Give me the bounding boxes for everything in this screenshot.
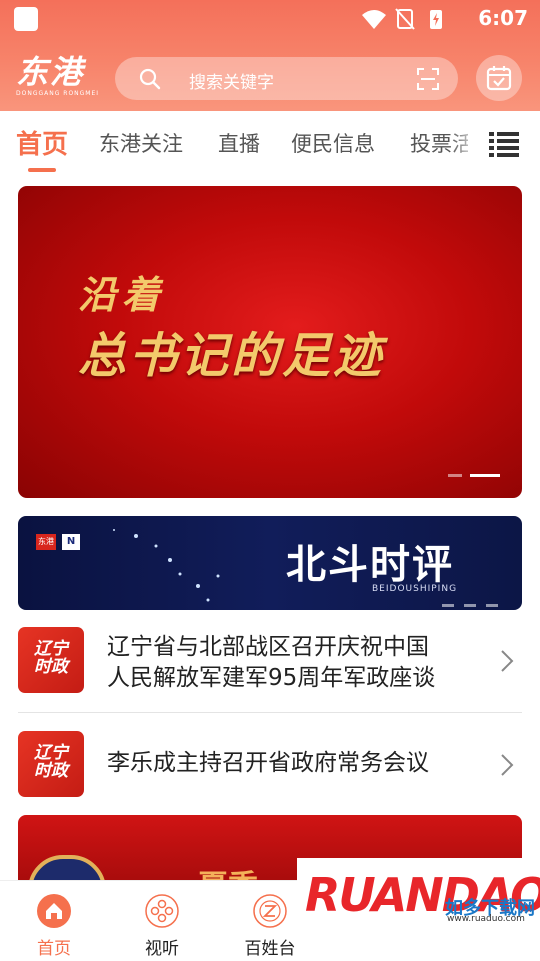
- news-title-line2: 人民解放军建军95周年军政座谈: [107, 665, 436, 691]
- nav-home-label: 首页: [37, 939, 71, 959]
- z-circle-icon: [253, 894, 287, 928]
- news-thumb: 辽宁 时政: [18, 731, 84, 797]
- app-notification-icon: [14, 7, 38, 31]
- channel-tabs: 首页 东港关注 直播 便民信息 投票活: [0, 111, 540, 177]
- banner-dot: [448, 474, 462, 477]
- tab-donggang-focus[interactable]: 东港关注: [99, 128, 183, 158]
- watermark-url: www.ruaduo.com: [447, 914, 525, 924]
- news-title: 李乐成主持召开省政府常务会议: [107, 750, 429, 776]
- news-item-1[interactable]: 辽宁 时政 辽宁省与北部战区召开庆祝中国 人民解放军建军95周年军政座谈: [18, 627, 522, 695]
- news-title-line1: 辽宁省与北部战区召开庆祝中国: [107, 634, 429, 660]
- search-icon: [139, 68, 161, 90]
- beidou-banner[interactable]: 东港 N 北斗时评 BEIDOUSHIPING: [18, 516, 522, 610]
- scan-icon[interactable]: [416, 67, 440, 91]
- nav-home[interactable]: 首页: [9, 881, 99, 961]
- status-time: 6:07: [478, 6, 528, 30]
- search-input[interactable]: 搜索关键字: [189, 68, 274, 93]
- beidou-dot: [464, 604, 476, 607]
- tab-home[interactable]: 首页: [16, 124, 68, 161]
- calendar-check-icon: [486, 66, 512, 91]
- menu-icon[interactable]: [489, 131, 519, 157]
- tab-live[interactable]: 直播: [218, 128, 260, 158]
- banner-title-line1: 沿着: [78, 272, 167, 317]
- checkin-button[interactable]: [476, 55, 522, 101]
- status-icons: [362, 8, 442, 30]
- beidou-dot: [486, 604, 498, 607]
- banner-dot-active: [470, 474, 500, 477]
- app-header: 6:07 东港 DONGGANG RONGMEI 搜索关键字: [0, 0, 540, 111]
- site-watermark: RUANDAO 如多下载网 www.ruaduo.com: [297, 858, 540, 960]
- beidou-title: 北斗时评: [286, 542, 454, 588]
- chevron-right-icon: [501, 650, 514, 672]
- search-bar[interactable]: 搜索关键字: [115, 57, 458, 100]
- banner-pagination: [440, 465, 500, 484]
- beidou-dot: [442, 604, 454, 607]
- wifi-icon: [362, 10, 386, 29]
- app-logo: 东港 DONGGANG RONGMEI: [16, 54, 100, 104]
- tab-convenience-info[interactable]: 便民信息: [291, 128, 375, 158]
- logo-text: 东港: [16, 53, 85, 91]
- beidou-logo-red: 东港: [36, 534, 56, 550]
- nav-audiovisual[interactable]: 视听: [117, 881, 207, 961]
- status-bar: 6:07: [0, 0, 540, 36]
- beidou-pagination: [432, 592, 498, 610]
- news-item-2[interactable]: 辽宁 时政 李乐成主持召开省政府常务会议: [18, 731, 522, 799]
- logo-subtitle: DONGGANG RONGMEI: [16, 90, 100, 97]
- banner-title-line2: 总书记的足迹: [78, 328, 385, 384]
- news-thumb: 辽宁 时政: [18, 627, 84, 693]
- tabs-fade: [450, 111, 480, 171]
- home-icon: [37, 894, 71, 928]
- divider: [18, 712, 522, 713]
- beidou-logo-white: N: [62, 534, 80, 550]
- chevron-right-icon: [501, 754, 514, 776]
- hero-banner[interactable]: 沿着 总书记的足迹: [18, 186, 522, 498]
- tab-active-indicator: [28, 168, 56, 172]
- nav-audiovisual-label: 视听: [145, 939, 179, 959]
- news-title: 辽宁省与北部战区召开庆祝中国 人民解放军建军95周年军政座谈: [107, 632, 435, 694]
- film-reel-icon: [145, 894, 179, 928]
